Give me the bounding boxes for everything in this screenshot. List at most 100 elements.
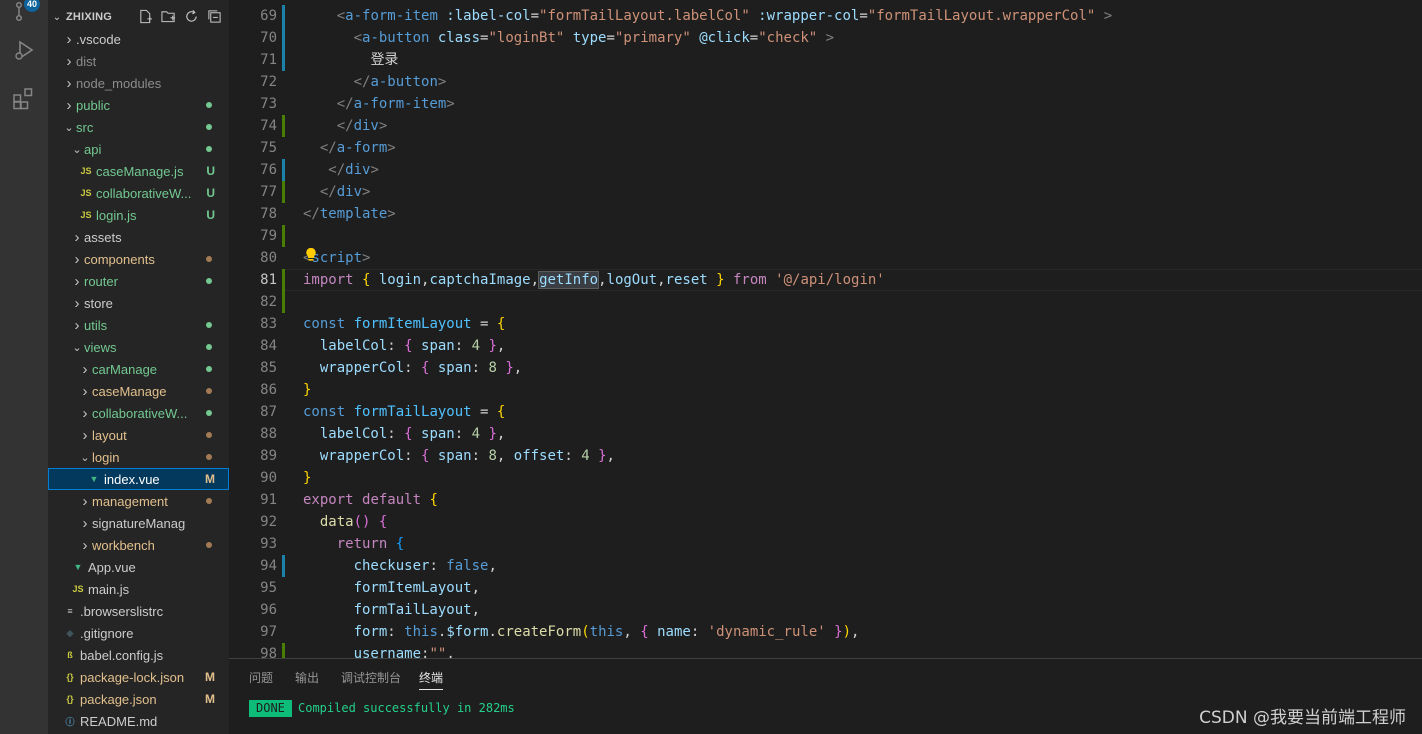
code-line[interactable]: 69 <a-form-item :label-col="formTailLayo… [229,5,1422,27]
code-text: data() { [303,511,387,533]
code-token: reset [665,272,708,288]
code-line[interactable]: 98 username:"", [229,643,1422,658]
extensions-icon[interactable] [0,78,48,118]
refresh-icon[interactable] [183,8,200,25]
tree-item-label: views [84,339,117,355]
code-text: } [303,467,311,489]
code-line[interactable]: 73 </a-form-item> [229,93,1422,115]
code-line[interactable]: 92 data() { [229,511,1422,533]
tree-file[interactable]: JS main.js [48,578,229,600]
tree-folder[interactable]: › collaborativeW... [48,402,229,424]
tree-folder[interactable]: › management [48,490,229,512]
tree-folder[interactable]: › utils [48,314,229,336]
tree-file[interactable]: {} package.json M [48,688,229,710]
git-gutter-marker [282,291,285,313]
tree-item-label: node_modules [76,75,162,91]
line-number: 92 [260,514,277,530]
code-line[interactable]: 76 </div> [229,159,1422,181]
tree-folder[interactable]: › dist [48,50,229,72]
code-token: wrapperCol [319,448,405,464]
tree-item-label: login.js [96,207,137,223]
tree-file[interactable]: JS login.js U [48,204,229,226]
tree-folder[interactable]: ⌄ views [48,336,229,358]
code-line[interactable]: 83 const formItemLayout = { [229,313,1422,335]
code-token: , [606,448,615,464]
code-token: template [319,206,388,222]
collapse-all-icon[interactable] [206,8,223,25]
tree-file[interactable]: ◆ .gitignore [48,622,229,644]
tree-file[interactable]: JS collaborativeW... U [48,182,229,204]
git-status-dot [206,322,212,328]
code-line[interactable]: 95 formItemLayout, [229,577,1422,599]
code-line[interactable]: 81 import { login,captchaImage,getInfo,lo… [229,269,1422,291]
code-line[interactable]: 77 </div> [229,181,1422,203]
tab-debug-console[interactable]: 调试控制台 [341,669,401,686]
source-control-icon[interactable]: 40 [0,0,48,32]
explorer-header[interactable]: ⌄ ZHIXING [48,6,229,28]
code-line[interactable]: 84 labelCol: { span: 4 }, [229,335,1422,357]
tab-problems[interactable]: 问题 [249,669,273,686]
code-line[interactable]: 85 wrapperCol: { span: 8 }, [229,357,1422,379]
tree-file[interactable]: ▼ App.vue [48,556,229,578]
code-line[interactable]: 75 </a-form> [229,137,1422,159]
tree-file[interactable]: ß babel.config.js [48,644,229,666]
code-line[interactable]: 86} [229,379,1422,401]
code-line[interactable]: 79 [229,225,1422,247]
tree-folder[interactable]: › public [48,94,229,116]
code-line[interactable]: 89 wrapperCol: { span: 8, offset: 4 }, [229,445,1422,467]
code-line[interactable]: 90} [229,467,1422,489]
tab-output[interactable]: 输出 [295,669,319,686]
code-line[interactable]: 70 <a-button class="loginBt" type="prima… [229,27,1422,49]
tree-folder[interactable]: ⌄ src [48,116,229,138]
code-line[interactable]: 96 formTailLayout, [229,599,1422,621]
tree-folder[interactable]: › signatureManag [48,512,229,534]
code-token: default [362,492,422,508]
tree-folder[interactable]: › components [48,248,229,270]
code-line[interactable]: 91 export default { [229,489,1422,511]
tree-file[interactable]: ▼ index.vue M [48,468,229,490]
new-folder-icon[interactable] [160,8,177,25]
line-number: 77 [260,184,277,200]
code-line[interactable]: 74 </div> [229,115,1422,137]
tree-file[interactable]: {} package-lock.json M [48,666,229,688]
code-line[interactable]: 87 const formTailLayout = { [229,401,1422,423]
code-text: username:"", [303,643,455,658]
code-line[interactable]: 71 登录 [229,49,1422,71]
chevron-right-icon: › [74,272,80,290]
tree-folder[interactable]: › node_modules [48,72,229,94]
lightbulb-icon[interactable] [305,247,317,267]
tree-folder[interactable]: › assets [48,226,229,248]
code-line[interactable]: 80 <script> [229,247,1422,269]
line-number: 78 [260,206,277,222]
code-line[interactable]: 82 [229,291,1422,313]
new-file-icon[interactable] [137,8,154,25]
tree-file[interactable]: ⓘ README.md [48,710,229,732]
tree-folder[interactable]: › carManage [48,358,229,380]
code-editor[interactable]: 69 <a-form-item :label-col="formTailLayo… [229,0,1422,658]
tree-folder[interactable]: › workbench [48,534,229,556]
code-line[interactable]: 97 form: this.$form.createForm(this, { n… [229,621,1422,643]
code-token: login [370,272,422,288]
tree-folder[interactable]: › router [48,270,229,292]
git-gutter-marker [282,225,285,247]
tree-folder[interactable]: › layout [48,424,229,446]
tree-folder[interactable]: › .vscode [48,28,229,50]
tree-file[interactable]: ≡ .browserslistrc [48,600,229,622]
code-token: import [303,272,354,288]
line-number: 95 [260,580,277,596]
tree-folder[interactable]: ⌄ api [48,138,229,160]
tree-folder[interactable]: › store [48,292,229,314]
code-line[interactable]: 78 </template> [229,203,1422,225]
code-token: ( [581,624,590,640]
code-line[interactable]: 93 return { [229,533,1422,555]
tree-folder[interactable]: ⌄ login [48,446,229,468]
run-debug-icon[interactable] [0,30,48,70]
tab-terminal[interactable]: 终端 [419,669,444,690]
code-token: div [336,184,363,200]
tree-folder[interactable]: › caseManage [48,380,229,402]
code-token: span [412,426,455,442]
tree-file[interactable]: JS caseManage.js U [48,160,229,182]
code-line[interactable]: 72 </a-button> [229,71,1422,93]
code-line[interactable]: 94 checkuser: false, [229,555,1422,577]
code-line[interactable]: 88 labelCol: { span: 4 }, [229,423,1422,445]
